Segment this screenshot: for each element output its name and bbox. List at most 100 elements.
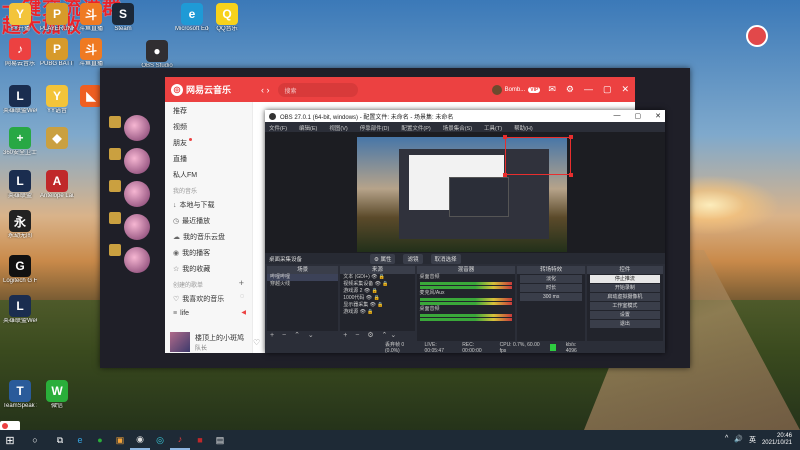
filters-button[interactable]: 滤镜 bbox=[403, 253, 423, 264]
user-name[interactable]: Bomb... bbox=[505, 87, 526, 93]
control-button[interactable]: 设置 bbox=[589, 311, 661, 319]
avatar[interactable] bbox=[124, 214, 150, 240]
volume-meter[interactable] bbox=[419, 302, 513, 305]
desktop-icon[interactable]: L英雄联盟WeGame版 bbox=[3, 295, 37, 325]
minimize-icon[interactable]: — bbox=[584, 84, 593, 95]
settings-icon[interactable]: ⚙ bbox=[566, 84, 574, 95]
search-input[interactable]: 搜索 bbox=[277, 82, 358, 97]
scene-item[interactable]: 穿越火线 bbox=[267, 281, 338, 288]
obs-menu-item[interactable]: 停靠部件(D) bbox=[360, 124, 390, 132]
user-area[interactable]: Bomb... VIP bbox=[491, 84, 541, 95]
desktop-icon[interactable]: 永永劫无间 bbox=[3, 210, 37, 240]
taskbar-app-icon[interactable]: ▣ bbox=[110, 430, 130, 450]
tray-icon[interactable]: 🔊 bbox=[734, 435, 743, 445]
avatar[interactable] bbox=[124, 115, 150, 141]
scenes-footer-controls[interactable]: + − ⌃ ⌄ bbox=[267, 331, 339, 341]
obs-menu-item[interactable]: 视图(V) bbox=[329, 124, 347, 132]
desktop-icon[interactable]: ● OBS Studio bbox=[140, 40, 174, 70]
heartbeat-icon[interactable]: ◌ bbox=[240, 293, 244, 300]
visibility-eye-icon[interactable]: 👁 🔒 bbox=[368, 302, 384, 308]
desktop-icon[interactable]: GLogitech G HUB bbox=[3, 255, 37, 285]
visibility-eye-icon[interactable]: 👁 🔒 bbox=[370, 274, 385, 280]
sidebar-item[interactable]: ◉ 我的播客 bbox=[165, 244, 252, 260]
song-title[interactable]: 楼顶上的小斑鸠 bbox=[195, 333, 244, 343]
taskbar-app-icon[interactable]: ♪ bbox=[170, 430, 190, 450]
source-selection-box[interactable] bbox=[505, 137, 571, 175]
nav-arrows[interactable]: ‹ › bbox=[261, 85, 270, 95]
transition-field[interactable]: 淡化 bbox=[520, 275, 582, 283]
source-item[interactable]: 1000代码 👁 🔒 bbox=[340, 295, 414, 302]
sidebar-item[interactable]: 直播 bbox=[165, 150, 252, 166]
desktop-icon[interactable]: Y YY开播 bbox=[3, 3, 37, 33]
sidebar-item[interactable]: ↓ 本地与下载 bbox=[165, 196, 252, 212]
like-icon[interactable]: ♡ bbox=[253, 338, 260, 347]
control-button[interactable]: 停止推流 bbox=[589, 275, 661, 283]
desktop-icon[interactable]: W 微信 bbox=[40, 380, 74, 410]
album-cover[interactable] bbox=[170, 332, 190, 352]
mail-icon[interactable]: ✉ bbox=[548, 84, 556, 95]
obs-menu-item[interactable]: 编辑(E) bbox=[299, 124, 317, 132]
sidebar-item-playlist-life[interactable]: ≡ life ◀ bbox=[165, 306, 252, 322]
desktop-icon[interactable]: eMicrosoft Edge bbox=[175, 3, 209, 33]
desktop-icon[interactable]: L英雄联盟WeGame版 bbox=[3, 85, 37, 115]
sources-footer-controls[interactable]: + − ⚙ ⌃⌄ bbox=[340, 331, 415, 341]
avatar[interactable] bbox=[124, 148, 150, 174]
tray-icon[interactable]: ^ bbox=[725, 435, 728, 445]
user-avatar[interactable] bbox=[491, 84, 502, 95]
desktop-icon[interactable]: PPUBG BATTLEGR... bbox=[40, 38, 74, 68]
control-button[interactable]: 开始录制 bbox=[589, 284, 661, 292]
sidebar-item[interactable]: ◷ 最近播放 bbox=[165, 212, 252, 228]
volume-meter[interactable] bbox=[419, 286, 513, 289]
desktop-icon[interactable]: 斗斗鱼直播 bbox=[74, 38, 108, 68]
volume-meter[interactable] bbox=[419, 314, 513, 317]
desktop-icon[interactable]: PPLAYERUNKNOWN'S BATTLEG... bbox=[40, 3, 74, 33]
volume-meter[interactable] bbox=[419, 318, 513, 321]
visibility-eye-icon[interactable]: 👁 🔒 bbox=[364, 295, 380, 301]
desktop-icon[interactable]: S Steam bbox=[106, 3, 140, 33]
resize-handle[interactable] bbox=[569, 135, 573, 139]
close-icon[interactable]: ✕ bbox=[655, 112, 661, 120]
desktop-icon[interactable]: T TeamSpeak 3 bbox=[3, 380, 37, 410]
resize-handle[interactable] bbox=[503, 135, 507, 139]
desktop-icon[interactable]: Q QQ音乐 bbox=[210, 3, 244, 33]
volume-meter[interactable] bbox=[419, 282, 513, 285]
source-item[interactable]: 视频采集设备 👁 🔒 bbox=[340, 281, 414, 288]
sidebar-item[interactable]: 私人FM bbox=[165, 166, 252, 182]
sidebar-item[interactable]: ☆ 我的收藏 bbox=[165, 260, 252, 276]
taskbar-app-icon[interactable]: ◎ bbox=[150, 430, 170, 450]
desktop-icon[interactable]: ◆ bbox=[40, 127, 74, 150]
control-button[interactable]: 退出 bbox=[589, 320, 661, 328]
taskbar-app-icon[interactable]: e bbox=[70, 430, 90, 450]
maximize-icon[interactable]: ▢ bbox=[603, 84, 612, 95]
volume-meter[interactable] bbox=[419, 298, 513, 301]
transition-field[interactable]: 时长 bbox=[520, 284, 582, 292]
control-button[interactable]: 启动虚拟摄像机 bbox=[589, 293, 661, 301]
song-artist[interactable]: 队长 bbox=[195, 343, 244, 352]
visibility-eye-icon[interactable]: 👁 🔒 bbox=[362, 288, 378, 294]
obs-menu-item[interactable]: 配置文件(P) bbox=[401, 124, 430, 132]
sidebar-item-liked[interactable]: ♡ 我喜欢的音乐 ◌ bbox=[165, 290, 252, 306]
taskbar-app-icon[interactable]: ◉ bbox=[130, 430, 150, 450]
avatar[interactable] bbox=[124, 181, 150, 207]
sidebar-item[interactable]: 朋友 bbox=[165, 134, 252, 150]
sidebar-item[interactable]: ☁ 我的音乐云盘 bbox=[165, 228, 252, 244]
obs-menu-item[interactable]: 场景集合(S) bbox=[443, 124, 472, 132]
source-item[interactable]: 游戏源 2 👁 🔒 bbox=[340, 288, 414, 295]
avatar[interactable] bbox=[124, 247, 150, 273]
maximize-icon[interactable]: ▢ bbox=[635, 112, 642, 120]
obs-menu-item[interactable]: 文件(F) bbox=[269, 124, 287, 132]
taskbar-app-icon[interactable]: ● bbox=[90, 430, 110, 450]
resize-handle[interactable] bbox=[569, 173, 573, 177]
taskbar-app-icon[interactable]: ▤ bbox=[210, 430, 230, 450]
taskbar-app-icon[interactable]: ⧉ bbox=[50, 430, 70, 450]
visibility-eye-icon[interactable]: 👁 🔒 bbox=[373, 281, 389, 287]
source-item[interactable]: 显示器采集 👁 🔒 bbox=[340, 302, 414, 309]
obs-menu-item[interactable]: 工具(T) bbox=[484, 124, 502, 132]
visibility-eye-icon[interactable]: 👁 🔒 bbox=[358, 309, 374, 315]
netease-float-icon[interactable] bbox=[746, 25, 768, 47]
desktop-icon[interactable]: Y YY语音 bbox=[40, 85, 74, 115]
desktop-icon[interactable]: ♪ 网易云音乐 bbox=[3, 38, 37, 68]
desktop-icon[interactable]: 斗斗鱼直播 bbox=[74, 3, 108, 33]
sidebar-item[interactable]: 视频 bbox=[165, 118, 252, 134]
desktop-icon[interactable]: AAntelope Launcher bbox=[40, 170, 74, 200]
